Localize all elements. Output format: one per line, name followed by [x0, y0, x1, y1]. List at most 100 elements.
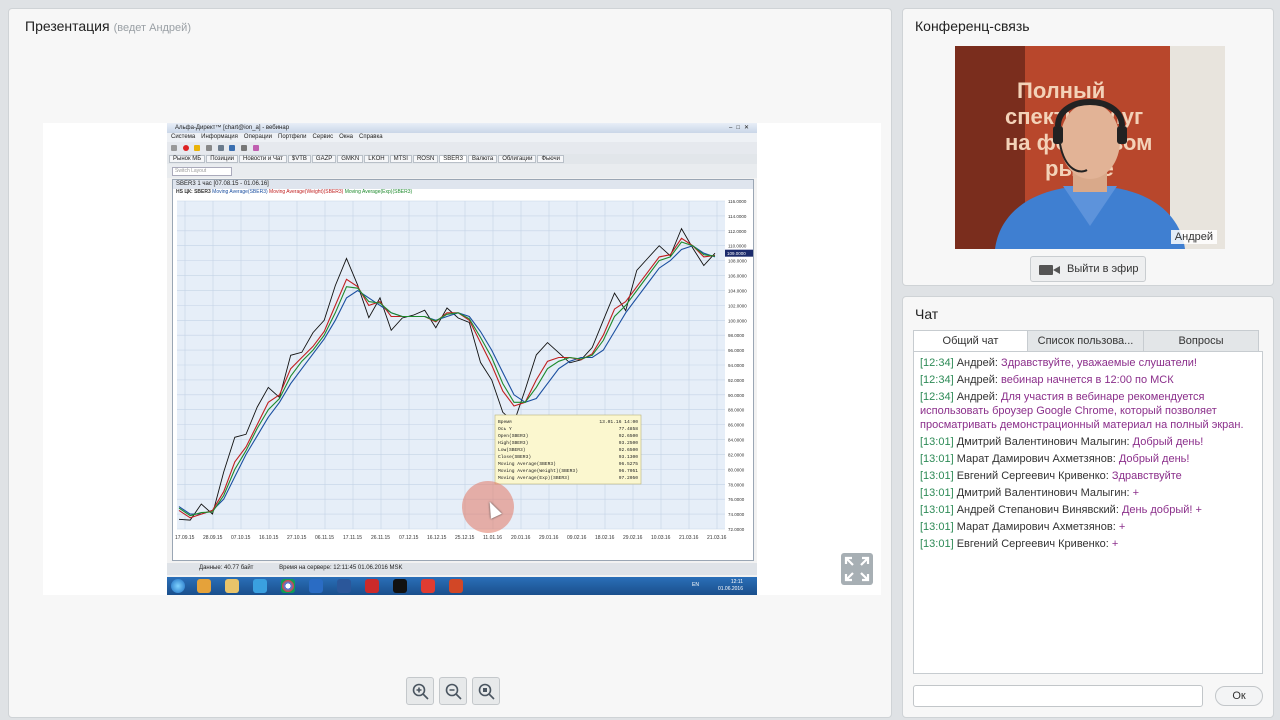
message-text: День добрый! + — [1121, 504, 1202, 516]
shared-tab: Облигации — [498, 155, 537, 163]
y-tick-label: 84.0000 — [728, 438, 745, 443]
taskbar-clock: 12:11 01.06.2016 — [718, 579, 743, 593]
clock-date: 01.06.2016 — [717, 586, 743, 592]
message-author: Марат Дамирович Ахметзянов: — [956, 453, 1116, 465]
print-icon — [217, 145, 224, 151]
shared-window-title: Альфа-Директ™ [chart@ion_a] - вебинар — [175, 125, 290, 131]
y-tick-label: 86.0000 — [728, 423, 745, 428]
clock-time: 12:11 — [730, 579, 743, 585]
record-icon — [182, 145, 189, 151]
tooltip-value: 96.7051 — [619, 468, 639, 474]
shared-toolbar — [167, 142, 757, 154]
y-tick-label: 114.0000 — [728, 214, 747, 219]
send-button[interactable]: Ок — [1215, 686, 1263, 706]
tooltip-key: High(SBER3) — [498, 440, 528, 446]
fullscreen-button[interactable] — [841, 553, 873, 585]
x-tick-label: 09.02.16 — [567, 535, 587, 541]
legend-wma: Moving Average(Weight)(SBER3) — [269, 189, 344, 195]
shared-menu-item: Информация — [201, 134, 238, 140]
message-time: [13:01] — [920, 504, 954, 516]
legend-sma: Moving Average(SBER3) — [212, 189, 268, 195]
expand-icon — [844, 556, 870, 582]
shared-menu-item: Справка — [359, 134, 383, 140]
chat-message-input[interactable] — [913, 685, 1203, 707]
x-tick-label: 28.09.15 — [203, 535, 223, 541]
x-tick-label: 27.10.15 — [287, 535, 307, 541]
message-time: [13:01] — [920, 521, 954, 533]
message-text: + — [1111, 538, 1119, 550]
shared-statusbar: Данные: 40.77 байт Время на сервере: 12:… — [167, 563, 757, 575]
zoom-in-button[interactable] — [406, 677, 434, 705]
shared-subbar: Switch Layout — [167, 164, 757, 178]
toolbar-icon — [206, 145, 213, 151]
tab-general-chat[interactable]: Общий чат — [913, 330, 1028, 352]
chat-messages[interactable]: [12:34] Андрей: Здравствуйте, уважаемые … — [913, 351, 1263, 674]
zoom-out-icon — [445, 683, 462, 700]
chat-message: [12:34] Андрей: вебинар начнется в 12:00… — [920, 373, 1256, 387]
go-on-air-button[interactable]: Выйти в эфир — [1030, 256, 1146, 282]
tooltip-key: Ось Y — [498, 426, 512, 432]
tooltip-value: 93.1300 — [619, 454, 639, 460]
tooltip-key: Время — [498, 419, 512, 425]
presenter-video-image: Полный спектр услуг на фондовом рынке — [955, 46, 1225, 249]
chat-title: Чат — [915, 306, 939, 322]
chat-message: [13:01] Евгений Сергеевич Кривенко: + — [920, 537, 1256, 551]
message-author: Андрей: — [956, 374, 998, 386]
y-tick-label: 104.0000 — [728, 288, 747, 293]
message-author: Андрей Степанович Винявский: — [956, 504, 1119, 516]
message-text: Здравствуйте — [1111, 470, 1182, 482]
legend-ema: Moving Average(Exp)(SBER3) — [344, 189, 413, 195]
shared-menu-item: Сервис — [312, 134, 334, 140]
layout-field: Switch Layout — [172, 167, 232, 176]
chat-message: [12:34] Андрей: Здравствуйте, уважаемые … — [920, 356, 1256, 370]
tooltip-value: 77.4858 — [619, 426, 639, 432]
shared-tabs: Рынок МБ Позиции Новости и Чат $VTB GAZP GMKN… — [167, 154, 757, 164]
x-tick-label: 16.10.15 — [259, 535, 279, 541]
shared-tab: Позиции — [206, 155, 239, 163]
shared-tab: ROSN — [412, 155, 439, 163]
folder-icon — [225, 579, 239, 593]
powerpoint-icon — [449, 579, 463, 593]
chrome-icon — [281, 579, 295, 593]
zoom-fit-button[interactable] — [472, 677, 500, 705]
shared-tab: GMKN — [337, 155, 364, 163]
shared-tab: LKOH — [364, 155, 389, 163]
chat-message: [13:01] Дмитрий Валентинович Малыгин: + — [920, 486, 1256, 500]
status-data: Данные: 40.77 байт — [199, 565, 254, 571]
shared-tab: MTSI — [389, 155, 412, 163]
x-tick-label: 11.01.16 — [483, 535, 502, 541]
shared-window-titlebar: Альфа-Директ™ [chart@ion_a] - вебинар –□… — [167, 123, 757, 133]
y-tick-label: 82.0000 — [728, 452, 745, 457]
shared-menu-item: Система — [171, 134, 196, 140]
x-tick-label: 25.12.15 — [455, 535, 475, 541]
tooltip-key: Moving Average(SBER3) — [498, 461, 556, 467]
y-tick-label: 96.0000 — [728, 348, 745, 353]
bulb-icon — [194, 145, 201, 151]
tab-user-list[interactable]: Список пользова... — [1027, 330, 1144, 352]
x-tick-label: 17.09.15 — [175, 535, 195, 541]
x-tick-label: 07.10.15 — [231, 535, 251, 541]
y-tick-label: 106.0000 — [728, 274, 747, 279]
window-controls-icon: –□✕ — [729, 125, 753, 131]
shared-menu-item: Окна — [339, 134, 354, 140]
message-author: Евгений Сергеевич Кривенко: — [956, 538, 1109, 550]
shared-tab: Новости и Чат — [239, 155, 287, 163]
tooltip-key: Moving Average(Weight)(SBER3) — [498, 468, 578, 474]
ie-icon — [253, 579, 267, 593]
y-tick-label: 74.0000 — [728, 512, 745, 517]
presenter-name-label: Андрей — [1170, 230, 1217, 244]
message-text: Добрый день! — [1118, 453, 1190, 465]
chat-panel: Чат Общий чат Список пользова... Вопросы… — [902, 296, 1274, 718]
presentation-title-text: Презентация — [25, 18, 110, 34]
status-server-time: Время на сервере: 12:11:45 01.06.2016 MS… — [279, 565, 403, 571]
tab-questions[interactable]: Вопросы — [1143, 330, 1259, 352]
y-tick-label: 98.0000 — [728, 333, 745, 338]
x-tick-label: 16.12.15 — [427, 535, 447, 541]
alfa-direct-icon — [421, 579, 435, 593]
y-tick-label: 94.0000 — [728, 363, 745, 368]
zoom-out-button[interactable] — [439, 677, 467, 705]
message-text: вебинар начнется в 12:00 по МСК — [1001, 374, 1174, 386]
message-author: Дмитрий Валентинович Малыгин: — [956, 487, 1130, 499]
presentation-panel: Презентация (ведет Андрей) Альфа-Директ™ … — [8, 8, 892, 718]
x-tick-label: 10.03.16 — [651, 535, 671, 541]
